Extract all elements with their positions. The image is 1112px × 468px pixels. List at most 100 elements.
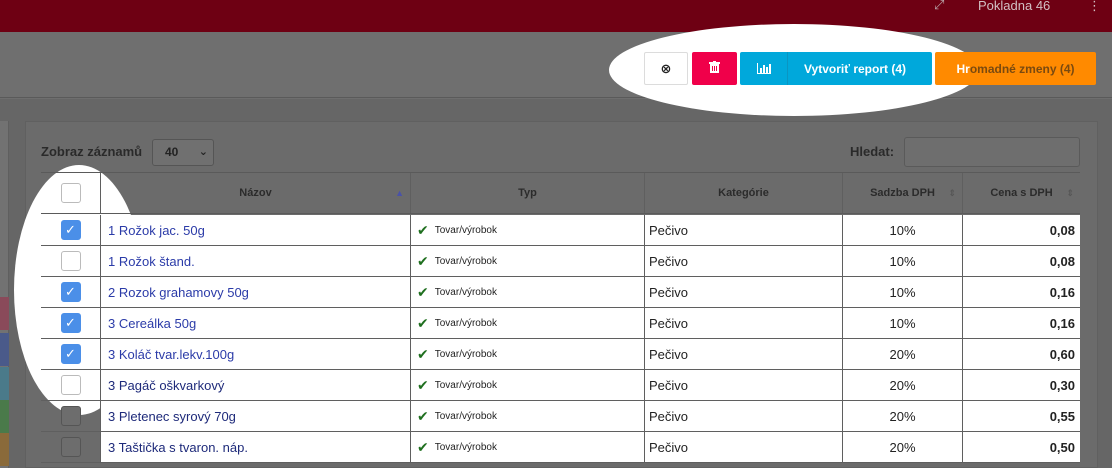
type-cell: ✔ Tovar/výrobok — [411, 246, 645, 276]
bulk-changes-button[interactable]: Hr omadné zmeny (4) — [935, 52, 1096, 85]
product-type: Tovar/výrobok — [434, 255, 497, 267]
price-cell: 0,16 — [963, 277, 1080, 307]
row-select-cell — [41, 432, 101, 462]
search-input[interactable] — [904, 137, 1080, 167]
check-icon: ✔ — [417, 376, 429, 393]
table-row[interactable]: 3 Pagáč oškvarkový ✔ Tovar/výrobok Pečivo 20… — [41, 370, 1080, 401]
product-name-link[interactable]: 3 Pletenec syrový 70g — [108, 409, 236, 424]
price-cell: 0,30 — [963, 370, 1080, 400]
expand-icon[interactable]: ⤢ — [934, 0, 950, 12]
name-cell[interactable]: 3 Pletenec syrový 70g — [101, 401, 411, 431]
select-all-checkbox[interactable] — [60, 183, 81, 203]
type-cell: ✔ Tovar/výrobok — [411, 277, 645, 307]
table-row[interactable]: 3 Taštička s tvaron. náp. ✔ Tovar/výrobok P… — [41, 432, 1080, 463]
product-name-link[interactable]: 2 Rozok grahamovy 50g — [108, 285, 249, 300]
check-icon: ✔ — [417, 283, 429, 300]
product-type: Tovar/výrobok — [434, 224, 497, 236]
bulk-changes-label-lit: Hr — [956, 61, 970, 76]
column-header-type[interactable]: Typ — [411, 173, 645, 213]
product-name-link[interactable]: 1 Rožok jac. 50g — [108, 223, 205, 238]
category-cell: Pečivo — [645, 401, 843, 431]
search-label: Hledat: — [850, 144, 895, 159]
check-icon: ✔ — [417, 314, 429, 331]
kebab-icon[interactable]: ⋮ — [1088, 0, 1101, 14]
product-name-link[interactable]: 3 Pagáč oškvarkový — [108, 378, 224, 393]
check-icon: ✔ — [417, 407, 429, 424]
table-row[interactable]: ✓ 3 Cereálka 50g ✔ Tovar/výrobok Pečivo 10% 0,… — [41, 308, 1080, 339]
delete-button[interactable] — [692, 52, 737, 85]
trash-icon — [709, 61, 720, 76]
table-row[interactable]: 1 Rožok štand. ✔ Tovar/výrobok Pečivo 10% 0,0… — [41, 246, 1080, 277]
row-select-cell: ✓ — [41, 339, 101, 369]
product-name-link[interactable]: 3 Taštička s tvaron. náp. — [108, 440, 248, 455]
row-select-cell — [41, 246, 101, 276]
row-checkbox[interactable]: ✓ — [60, 282, 81, 302]
top-bar: ⤢ Pokladna 46 ⋮ — [0, 0, 1112, 32]
row-checkbox[interactable]: ✓ — [60, 220, 81, 240]
bar-chart-icon — [740, 52, 788, 85]
check-icon: ✔ — [417, 345, 429, 362]
row-checkbox[interactable]: ✓ — [60, 344, 81, 364]
name-cell[interactable]: 3 Pagáč oškvarkový — [101, 370, 411, 400]
sort-icon: ⇕ — [1066, 187, 1074, 198]
name-cell[interactable]: 3 Cereálka 50g — [101, 308, 411, 338]
product-name-link[interactable]: 3 Koláč tvar.lekv.100g — [108, 347, 234, 362]
row-select-cell — [41, 370, 101, 400]
vat-cell: 10% — [843, 277, 963, 307]
price-cell: 0,08 — [963, 246, 1080, 276]
show-entries-select[interactable]: 40 ⌄ — [152, 139, 214, 166]
table-row[interactable]: ✓ 2 Rozok grahamovy 50g ✔ Tovar/výrobok Peči… — [41, 277, 1080, 308]
type-cell: ✔ Tovar/výrobok — [411, 215, 645, 245]
create-report-button[interactable]: Vytvoriť report (4) — [740, 52, 932, 85]
price-cell: 0,50 — [963, 432, 1080, 462]
table-row[interactable]: ✓ 3 Koláč tvar.lekv.100g ✔ Tovar/výrobok Peč… — [41, 339, 1080, 370]
register-title[interactable]: Pokladna 46 — [978, 0, 1050, 13]
name-cell[interactable]: 3 Taštička s tvaron. náp. — [101, 432, 411, 462]
price-cell: 0,60 — [963, 339, 1080, 369]
product-type: Tovar/výrobok — [434, 410, 497, 422]
name-cell[interactable]: 2 Rozok grahamovy 50g — [101, 277, 411, 307]
price-cell: 0,16 — [963, 308, 1080, 338]
product-type: Tovar/výrobok — [434, 379, 497, 391]
chevron-down-icon: ⌄ — [198, 146, 208, 158]
clear-selection-button[interactable]: ⊗ — [644, 52, 688, 85]
category-cell: Pečivo — [645, 339, 843, 369]
column-header-vat[interactable]: Sadzba DPH ⇕ — [843, 173, 963, 213]
name-cell[interactable]: 1 Rožok jac. 50g — [101, 215, 411, 245]
name-cell[interactable]: 3 Koláč tvar.lekv.100g — [101, 339, 411, 369]
table-row[interactable]: ✓ 1 Rožok jac. 50g ✔ Tovar/výrobok Pečivo 10%… — [41, 215, 1080, 246]
row-checkbox[interactable] — [60, 406, 81, 426]
table-row[interactable]: 3 Pletenec syrový 70g ✔ Tovar/výrobok Pečiv… — [41, 401, 1080, 432]
product-name-link[interactable]: 3 Cereálka 50g — [108, 316, 196, 331]
create-report-label: Vytvoriť report (4) — [804, 61, 906, 76]
row-checkbox[interactable] — [60, 437, 81, 457]
vat-cell: 10% — [843, 246, 963, 276]
price-cell: 0,55 — [963, 401, 1080, 431]
type-cell: ✔ Tovar/výrobok — [411, 339, 645, 369]
vat-cell: 10% — [843, 308, 963, 338]
close-icon: ⊗ — [660, 60, 672, 76]
product-type: Tovar/výrobok — [434, 441, 497, 453]
vat-cell: 20% — [843, 401, 963, 431]
vat-cell: 20% — [843, 370, 963, 400]
row-checkbox[interactable] — [60, 251, 81, 271]
price-cell: 0,08 — [963, 215, 1080, 245]
product-type: Tovar/výrobok — [434, 348, 497, 360]
column-header-name[interactable]: Názov ▲ — [101, 173, 411, 213]
column-header-category[interactable]: Kategórie — [645, 173, 843, 213]
type-cell: ✔ Tovar/výrobok — [411, 370, 645, 400]
product-name-link[interactable]: 1 Rožok štand. — [108, 254, 195, 269]
product-type: Tovar/výrobok — [434, 317, 497, 329]
type-cell: ✔ Tovar/výrobok — [411, 432, 645, 462]
column-header-price[interactable]: Cena s DPH ⇕ — [963, 173, 1080, 213]
check-icon: ✔ — [417, 438, 429, 455]
select-all-cell — [41, 173, 101, 213]
show-entries-label: Zobraz záznamů — [41, 144, 143, 159]
name-cell[interactable]: 1 Rožok štand. — [101, 246, 411, 276]
check-icon: ✔ — [417, 252, 429, 269]
row-select-cell: ✓ — [41, 308, 101, 338]
category-cell: Pečivo — [645, 370, 843, 400]
row-checkbox[interactable] — [60, 375, 81, 395]
row-checkbox[interactable]: ✓ — [60, 313, 81, 333]
table-header: Názov ▲ Typ Kategórie Sadzba DPH ⇕ Cena s … — [41, 172, 1080, 214]
